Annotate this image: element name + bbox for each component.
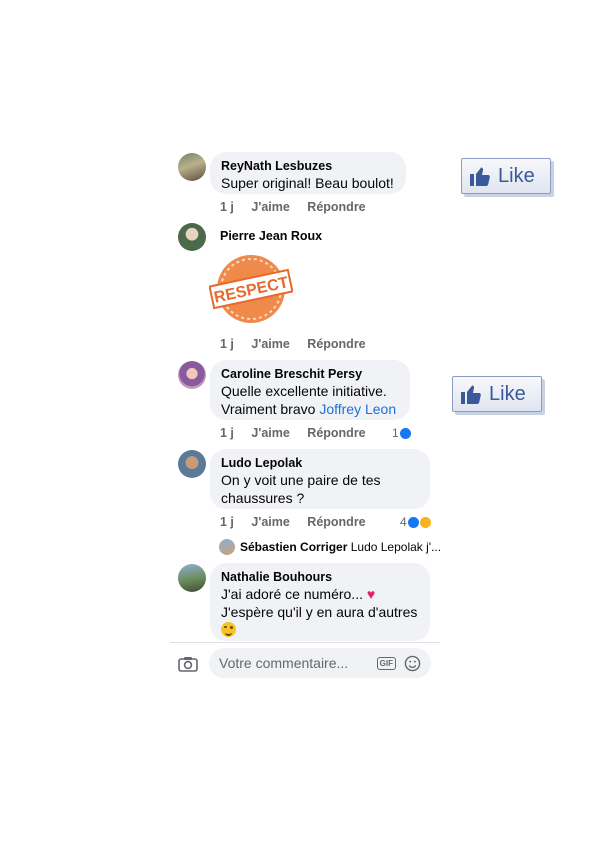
wink-emoji-icon <box>221 622 236 637</box>
comment-text-line: Vraiment bravo Joffrey Leon <box>221 400 399 418</box>
reaction-count[interactable]: 4 <box>400 515 431 529</box>
comment-actions: 1 j J'aime Répondre <box>220 426 380 440</box>
thumbs-up-icon <box>470 167 490 186</box>
comment-text-line: chaussures ? <box>221 490 305 506</box>
like-link[interactable]: J'aime <box>251 426 289 440</box>
comment-text: Vraiment bravo <box>221 401 316 417</box>
comment-author[interactable]: Ludo Lepolak <box>221 455 419 471</box>
comment-time[interactable]: 1 j <box>220 515 234 529</box>
like-badge: Like <box>461 158 551 194</box>
comment-author[interactable]: Caroline Breschit Persy <box>221 366 399 382</box>
like-link[interactable]: J'aime <box>251 337 289 351</box>
comment-bubble: Caroline Breschit Persy Quelle excellent… <box>210 360 410 420</box>
avatar[interactable] <box>178 361 206 389</box>
comment-input[interactable]: Votre commentaire... GIF <box>209 648 431 678</box>
composer-divider <box>170 642 440 643</box>
comment-bubble: ReyNath Lesbuzes Super original! Beau bo… <box>210 152 406 194</box>
comment-author[interactable]: Pierre Jean Roux <box>220 228 322 244</box>
reaction-count[interactable]: 1 <box>392 426 411 440</box>
comment-time[interactable]: 1 j <box>220 337 234 351</box>
comment-bubble: Nathalie Bouhours J'ai adoré ce numéro..… <box>210 563 430 641</box>
reaction-count-value: 4 <box>400 515 407 529</box>
comment-text-line: Quelle excellente initiative. <box>221 383 387 399</box>
comment-bubble: Ludo Lepolak On y voit une paire de tes … <box>210 449 430 509</box>
comment-actions: 1 j J'aime Répondre <box>220 515 380 529</box>
avatar[interactable] <box>178 223 206 251</box>
comment-text: Super original! Beau boulot! <box>221 175 394 191</box>
reply-text: Ludo Lepolak j'... <box>350 540 442 554</box>
avatar[interactable] <box>178 450 206 478</box>
heart-icon: ♥ <box>366 586 376 602</box>
comment-text: J'ai adoré ce numéro... <box>221 586 363 602</box>
reply-link[interactable]: Répondre <box>307 200 365 214</box>
reaction-count-value: 1 <box>392 426 399 440</box>
reply-author: Sébastien Corriger <box>240 540 348 554</box>
avatar[interactable] <box>178 564 206 592</box>
smiley-icon[interactable] <box>404 655 421 672</box>
comment-actions: 1 j J'aime Répondre <box>220 337 380 351</box>
thumbs-up-icon <box>461 385 481 404</box>
like-badge: Like <box>452 376 542 412</box>
respect-sticker: RESPECT <box>208 252 294 326</box>
like-link[interactable]: J'aime <box>251 515 289 529</box>
avatar[interactable] <box>219 539 235 555</box>
like-reaction-icon <box>399 427 411 439</box>
comment-time[interactable]: 1 j <box>220 426 234 440</box>
camera-icon[interactable] <box>178 656 198 672</box>
comment-text-line: J'espère qu'il y en aura d'autres <box>221 604 418 620</box>
gif-icon[interactable]: GIF <box>376 656 396 670</box>
like-link[interactable]: J'aime <box>251 200 289 214</box>
like-badge-label: Like <box>489 382 526 405</box>
like-reaction-icon <box>407 516 419 528</box>
comment-author[interactable]: ReyNath Lesbuzes <box>221 158 395 174</box>
like-badge-label: Like <box>498 164 535 187</box>
comment-text-line: On y voit une paire de tes <box>221 472 381 488</box>
comment-actions: 1 j J'aime Répondre <box>220 200 380 214</box>
reply-link[interactable]: Répondre <box>307 515 365 529</box>
comment-input-placeholder: Votre commentaire... <box>219 655 349 671</box>
reply-link[interactable]: Répondre <box>307 426 365 440</box>
comment-text-line: J'ai adoré ce numéro... ♥ <box>221 585 419 603</box>
haha-reaction-icon <box>419 516 431 528</box>
reply-link[interactable]: Répondre <box>307 337 365 351</box>
avatar[interactable] <box>178 153 206 181</box>
comment-author[interactable]: Nathalie Bouhours <box>221 569 419 585</box>
comment-time[interactable]: 1 j <box>220 200 234 214</box>
mention-link[interactable]: Joffrey Leon <box>319 401 396 417</box>
reply-preview[interactable]: Sébastien Corriger Ludo Lepolak j'... <box>240 540 441 554</box>
